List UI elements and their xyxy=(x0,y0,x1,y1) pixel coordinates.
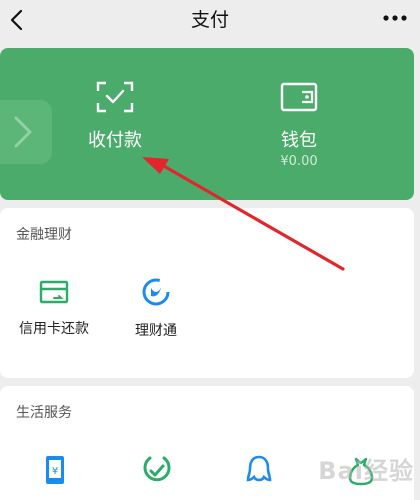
page-title: 支付 xyxy=(190,9,229,31)
qq-service-icon xyxy=(246,455,272,482)
life-section-title: 生活服务 xyxy=(16,405,72,421)
payment-page: 支付 收付款 钱包 ¥0.00 金融理财 信用卡还款 理财通 生活服务 ¥ Ba… xyxy=(0,0,420,500)
svg-text:¥: ¥ xyxy=(52,466,58,477)
finance-section: 金融理财 信用卡还款 理财通 xyxy=(0,208,414,378)
credit-card-repay-button[interactable]: 信用卡还款 xyxy=(16,280,92,338)
licaitong-icon xyxy=(142,278,170,306)
shoufukuan-label: 收付款 xyxy=(88,130,142,151)
finance-section-title: 金融理财 xyxy=(16,227,72,243)
phone-recharge-button[interactable]: ¥ xyxy=(40,454,70,490)
chevron-right-icon xyxy=(14,116,32,148)
checkmark-service-button[interactable] xyxy=(142,454,172,490)
side-tab[interactable] xyxy=(0,100,52,164)
more-dots-icon xyxy=(383,15,407,21)
phone-recharge-icon: ¥ xyxy=(46,456,64,484)
watermark-text: Bai经验 xyxy=(318,457,414,485)
licaitong-label: 理财通 xyxy=(135,323,177,339)
wallet-button[interactable]: 钱包 ¥0.00 xyxy=(254,80,344,169)
baidu-watermark: Bai经验 xyxy=(318,451,414,486)
credit-card-repay-label: 信用卡还款 xyxy=(19,321,89,337)
shoufukuan-button[interactable]: 收付款 xyxy=(70,80,160,152)
checkmark-service-icon xyxy=(143,456,171,482)
nav-header: 支付 xyxy=(0,0,420,42)
back-button[interactable] xyxy=(6,6,32,36)
wallet-label: 钱包 xyxy=(281,130,317,151)
chevron-left-icon xyxy=(10,9,23,31)
main-payment-card xyxy=(0,48,414,200)
scan-pay-icon xyxy=(96,81,134,113)
wallet-balance: ¥0.00 xyxy=(280,154,318,169)
wallet-icon xyxy=(280,82,318,112)
qq-service-button[interactable] xyxy=(244,454,274,490)
licaitong-button[interactable]: 理财通 xyxy=(126,276,186,340)
more-button[interactable] xyxy=(380,6,412,34)
credit-card-repay-icon xyxy=(39,280,69,304)
